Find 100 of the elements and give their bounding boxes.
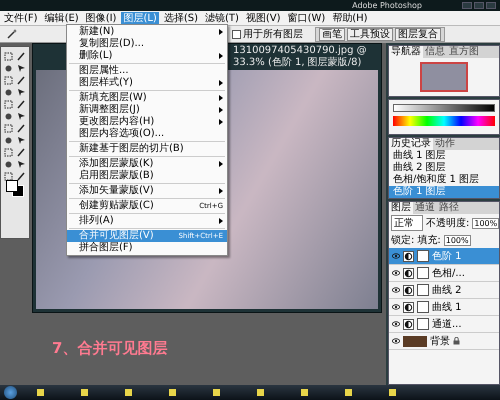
panel-tab[interactable]: 动作 <box>433 138 457 150</box>
layer-row[interactable]: 通道... <box>389 316 499 333</box>
opacity-label: 不透明度: <box>426 216 470 230</box>
menu-item[interactable]: 拼合图层(F) <box>67 242 227 254</box>
menu-item[interactable]: 帮助(H) <box>330 12 370 24</box>
tool-icon[interactable] <box>16 110 27 122</box>
step-caption: 7、合并可见图层 <box>52 339 168 358</box>
tool-icon[interactable] <box>3 50 14 62</box>
tool-icon[interactable] <box>16 98 27 110</box>
panel-tab[interactable]: 历史记录 <box>389 138 433 150</box>
color-swatches[interactable] <box>5 179 25 197</box>
menu-item[interactable]: 新建基于图层的切片(B) <box>67 143 227 155</box>
window-title: Adobe Photoshop <box>352 1 422 10</box>
checkbox-label: 用于所有图层 <box>243 28 303 41</box>
tool-icon[interactable] <box>16 50 27 62</box>
tool-icon[interactable] <box>16 86 27 98</box>
menu-item[interactable]: 图层属性... <box>67 65 227 77</box>
layer-name: 背景 <box>430 334 450 348</box>
tool-icon[interactable] <box>16 134 27 146</box>
menu-item[interactable]: 编辑(E) <box>42 12 81 24</box>
checkbox[interactable] <box>232 30 241 38</box>
palette-tab[interactable]: 画笔 <box>319 28 345 40</box>
eye-icon[interactable] <box>392 304 400 310</box>
tool-icon[interactable] <box>3 170 14 182</box>
eye-icon[interactable] <box>392 287 400 293</box>
menu-item[interactable]: 排列(A) <box>67 215 227 227</box>
menu-item[interactable]: 窗口(W) <box>286 12 328 24</box>
tool-icon[interactable] <box>3 62 14 74</box>
panel-tab[interactable]: 通道 <box>413 202 437 214</box>
thumbnail-placeholder <box>420 62 468 92</box>
adjustment-icon <box>403 284 414 296</box>
start-button[interactable] <box>4 386 17 399</box>
opacity-field[interactable]: 100% <box>472 218 500 228</box>
adjustment-icon <box>403 268 414 278</box>
adjustment-icon <box>403 318 414 330</box>
tool-icon[interactable] <box>3 74 14 86</box>
menu-item[interactable]: 更改图层内容(H) <box>67 116 227 128</box>
mask-thumbnail <box>417 301 429 313</box>
tool-icon[interactable] <box>3 110 14 122</box>
tool-icon[interactable] <box>3 134 14 146</box>
adjustment-icon <box>403 302 414 312</box>
tool-icon[interactable] <box>16 146 27 158</box>
menu-item[interactable]: 图像(I) <box>84 12 118 24</box>
eye-icon[interactable] <box>392 270 400 276</box>
layer-row[interactable]: 色相/... <box>389 265 499 282</box>
menu-item[interactable]: 新调整图层(J) <box>67 104 227 116</box>
layer-name: 曲线 1 <box>432 300 462 314</box>
menu-item[interactable]: 选择(S) <box>162 12 200 24</box>
fill-label: 填充: <box>417 234 441 247</box>
color-spectrum[interactable] <box>393 116 495 126</box>
fill-field[interactable]: 100% <box>444 234 471 246</box>
tool-icon[interactable] <box>3 146 14 158</box>
history-item[interactable]: 曲线 1 图层 <box>389 150 499 162</box>
layer-row[interactable]: 曲线 2 <box>389 282 499 299</box>
history-item[interactable]: 曲线 2 图层 <box>389 162 499 174</box>
eye-icon[interactable] <box>392 338 400 344</box>
layer-name: 曲线 2 <box>432 284 462 297</box>
image-thumbnail <box>403 336 427 346</box>
palette-tab[interactable]: 工具预设 <box>347 28 393 40</box>
blend-mode-dropdown[interactable]: 正常 <box>391 215 423 231</box>
menu-item[interactable]: 新建(N) <box>67 26 227 38</box>
menu-item[interactable]: 添加矢量蒙版(V) <box>67 185 227 197</box>
menu-item[interactable]: 添加图层蒙版(K) <box>67 158 227 170</box>
layer-name: 色相/... <box>432 266 465 280</box>
panel-tab[interactable]: 直方图 <box>447 46 481 58</box>
menu-item[interactable]: 复制图层(D)... <box>67 38 227 50</box>
panel-tab[interactable]: 信息 <box>423 46 447 58</box>
panel-tab[interactable]: 图层 <box>389 202 413 214</box>
menu-item[interactable]: 图层内容选项(O)... <box>67 128 227 140</box>
eye-icon[interactable] <box>392 321 400 327</box>
menu-item[interactable]: 新填充图层(W) <box>67 92 227 104</box>
menu-item[interactable]: 启用图层蒙版(B) <box>67 170 227 182</box>
mask-thumbnail <box>417 284 429 296</box>
layer-row[interactable]: 曲线 1 <box>389 299 499 316</box>
layer-name: 通道... <box>432 318 462 331</box>
panel-tab[interactable]: 导航器 <box>389 46 423 58</box>
palette-tab[interactable]: 图层复合 <box>395 28 441 40</box>
menu-item[interactable]: 文件(F) <box>2 12 40 24</box>
menu-item[interactable]: 删除(L) <box>67 50 227 62</box>
menu-item[interactable]: 图层样式(Y) <box>67 77 227 89</box>
tool-icon[interactable] <box>16 158 27 170</box>
panel-tab[interactable]: 路径 <box>437 202 461 214</box>
tool-icon[interactable] <box>16 74 27 86</box>
adjustment-icon <box>403 250 414 262</box>
document-title: 1310097405430790.jpg @ 33.3% (色阶 1, 图层蒙版/8) <box>233 45 367 68</box>
lock-label: 锁定: <box>391 234 414 247</box>
layer-row[interactable]: 背景 <box>389 333 499 350</box>
history-item[interactable]: 色相/饱和度 1 图层 <box>389 174 499 186</box>
tool-icon[interactable] <box>16 62 27 74</box>
tool-icon[interactable] <box>16 170 27 182</box>
menu-item[interactable]: 滤镜(T) <box>202 12 241 24</box>
magic-wand-icon[interactable] <box>6 28 18 40</box>
tool-icon[interactable] <box>3 98 14 110</box>
menu-item[interactable]: 视图(V) <box>244 12 283 24</box>
mask-thumbnail <box>417 267 429 279</box>
tool-icon[interactable] <box>3 86 14 98</box>
tool-icon[interactable] <box>3 158 14 170</box>
tool-icon[interactable] <box>3 122 14 134</box>
tool-icon[interactable] <box>16 122 27 134</box>
mask-thumbnail <box>417 250 429 262</box>
